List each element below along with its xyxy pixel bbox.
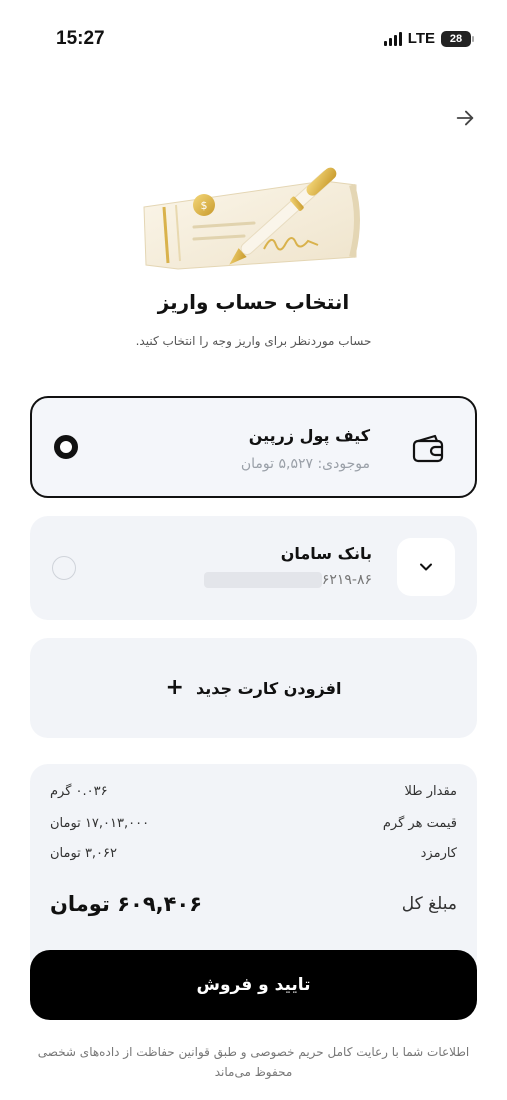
privacy-notice: اطلاعات شما با رعایت کامل حریم خصوصی و ط… [37,1045,470,1079]
account-option-wallet[interactable]: کیف پول زرپین موجودی: ۵,۵۲۷ تومان [30,396,477,498]
gold-amount-value: ۰.۰۳۶ گرم [50,784,108,799]
wallet-balance: موجودی: ۵,۵۲۷ تومان [240,456,370,472]
price-per-gram-label: قیمت هر گرم [382,816,457,831]
summary-row-gold-amount: مقدار طلا ۰.۰۳۶ گرم [50,784,457,799]
arrow-right-icon [456,110,474,126]
network-label: LTE [407,30,435,47]
price-per-gram-value: ۱۷,۰۱۳,۰۰۰ تومان [50,816,150,831]
total-label: مبلغ کل [401,894,457,914]
bank-card-prefix: ۶۲۱۹-۸۶ [321,572,372,588]
signal-icon [383,31,402,46]
wallet-radio[interactable] [54,435,78,459]
status-bar: 15:27 LTE 28 [0,0,507,80]
wallet-name: کیف پول زرپین [248,426,370,445]
bank-card-number: ۶۲۱۹-۸۶ [202,572,372,588]
masked-card-digits [203,572,322,588]
bank-name: بانک سامان [280,544,372,563]
summary-row-fee: کارمزد ۳,۰۶۲ تومان [50,846,457,861]
summary-row-price-per-gram: قیمت هر گرم ۱۷,۰۱۳,۰۰۰ تومان [50,816,457,831]
wallet-icon [412,434,444,463]
chevron-down-icon [420,563,432,571]
status-indicators: LTE 28 [383,30,474,47]
confirm-sell-button[interactable]: تایید و فروش [30,950,477,1020]
status-time: 15:27 [56,28,105,49]
page-title: انتخاب حساب واریز [157,290,350,314]
fee-value: ۳,۰۶۲ تومان [50,846,117,861]
plus-icon: + [165,675,184,700]
page-subtitle: حساب مورد‌نظر برای واریز وجه را انتخاب ک… [135,334,372,348]
add-card-label: افزودن کارت جدید [195,678,342,698]
expand-button[interactable] [397,538,455,596]
back-button[interactable] [451,104,479,132]
svg-text:$: $ [201,199,208,212]
battery-icon: 28 [441,30,474,47]
total-value: ۶۰۹,۴۰۶ تومان [50,892,203,916]
account-option-bank[interactable]: بانک سامان ۶۲۱۹-۸۶ [30,516,477,620]
bank-radio[interactable] [52,556,76,580]
order-summary: مقدار طلا ۰.۰۳۶ گرم قیمت هر گرم ۱۷,۰۱۳,۰… [30,764,477,974]
add-card-button[interactable]: افزودن کارت جدید + [30,638,477,738]
fee-label: کارمزد [420,846,457,861]
summary-row-total: مبلغ کل ۶۰۹,۴۰۶ تومان [50,892,457,916]
cheque-illustration: $ [143,167,360,270]
gold-amount-label: مقدار طلا [404,784,458,799]
